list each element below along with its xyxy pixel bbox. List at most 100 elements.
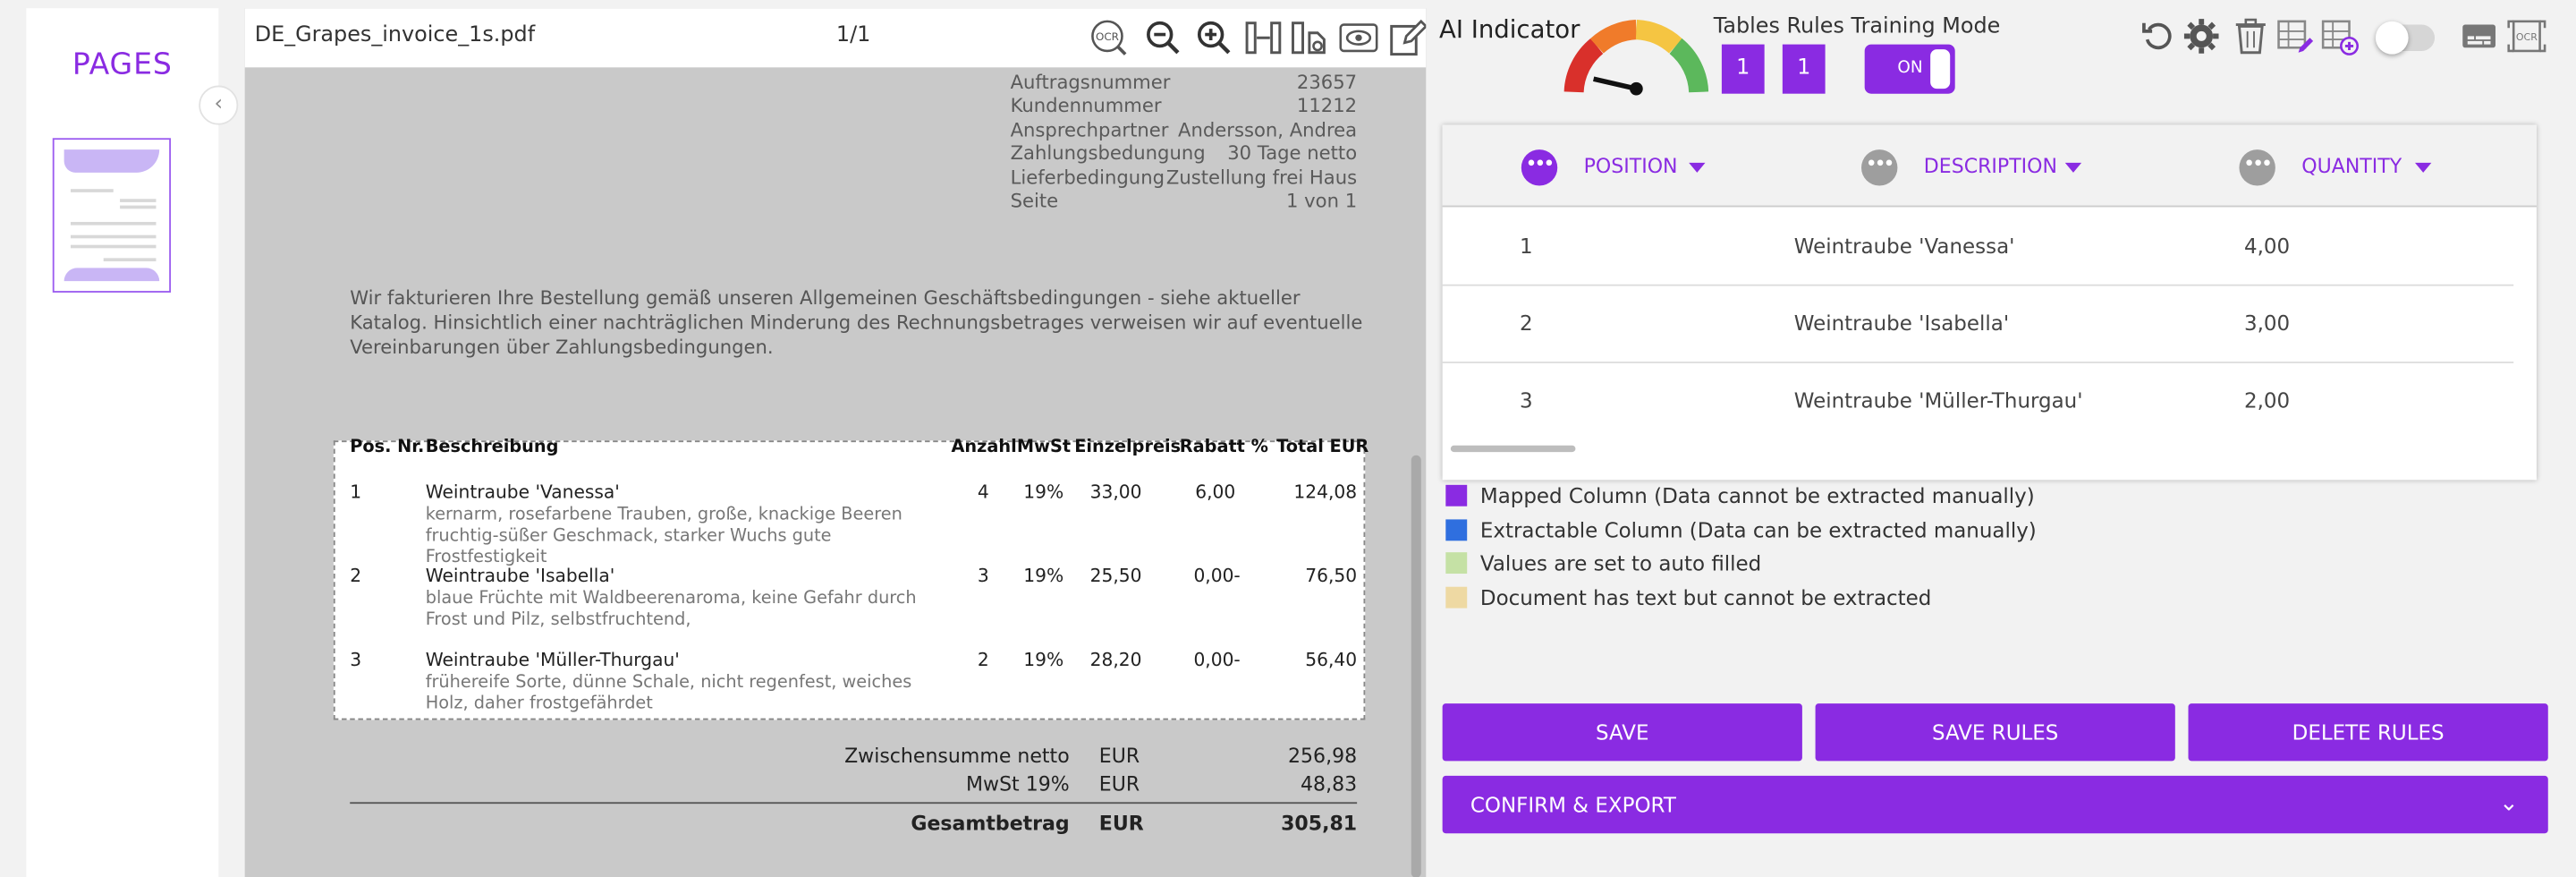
mode-header: Tables Rules Training Mode	[1713, 14, 2001, 40]
viewer-scrollbar[interactable]	[1411, 455, 1421, 877]
grand-total-label: Gesamtbetrag	[911, 812, 1070, 836]
ocr-doc-icon-label: OCR	[2516, 31, 2538, 43]
training-mode-toggle[interactable]: ON	[1864, 44, 1955, 94]
meta-label: Lieferbedingung	[1010, 166, 1165, 190]
trash-icon[interactable]	[2231, 16, 2270, 55]
cell-position: 3	[1519, 387, 1533, 413]
cell-quantity: 3,00	[2243, 311, 2291, 336]
header-total: Total EUR	[1276, 437, 1369, 457]
thumbnail-line	[103, 258, 157, 262]
ocr-icon-label: OCR	[1096, 30, 1119, 43]
cell-position: 2	[1519, 311, 1533, 336]
row-pos: 1	[350, 481, 362, 504]
column-options-description-icon[interactable]: •••	[1861, 149, 1898, 186]
ocr-doc-icon[interactable]: OCR	[2507, 16, 2546, 55]
file-name: DE_Grapes_invoice_1s.pdf	[254, 22, 536, 48]
caret-down-icon[interactable]	[2414, 162, 2432, 173]
thumbnail-line	[70, 221, 157, 226]
rotate-page-icon[interactable]	[1290, 18, 1329, 57]
training-mode-toggle-label: ON	[1897, 59, 1923, 78]
row-pos: 2	[350, 565, 362, 587]
zoom-in-icon[interactable]	[1194, 18, 1233, 57]
caret-down-icon[interactable]	[2064, 162, 2082, 173]
meta-value: Zustellung frei Haus	[1165, 166, 1358, 190]
vat-value: 48,83	[1301, 772, 1358, 796]
table-edit-icon[interactable]	[2275, 16, 2315, 55]
eye-icon[interactable]	[1339, 18, 1378, 57]
tables-count-badge[interactable]: 1	[1721, 44, 1765, 94]
legend-swatch	[1445, 519, 1468, 541]
thumbnail-line	[70, 234, 157, 239]
row-vat: 19%	[1023, 649, 1064, 671]
row-detail: frühereife Sorte, dünne Schale, nicht re…	[425, 672, 912, 714]
row-name: Weintraube 'Isabella'	[425, 565, 615, 587]
column-title-position[interactable]: POSITION	[1584, 155, 1678, 178]
meta-value: Andersson, Andrea	[1178, 118, 1358, 141]
column-title-description[interactable]: DESCRIPTION	[1924, 155, 2057, 178]
chevron-down-icon: ⌄	[2499, 790, 2519, 817]
legend-text: Values are set to auto filled	[1479, 550, 1762, 575]
header-pos: Pos. Nr.	[350, 437, 425, 457]
column-options-quantity-icon[interactable]: •••	[2239, 149, 2275, 186]
app-root: PAGES ‹ DE_Grapes_invoice_1s.pdf 1/1 OCR	[0, 0, 2576, 877]
table-row[interactable]: 3 Weintraube 'Müller-Thurgau' 2,00	[1443, 363, 2514, 440]
caret-down-icon[interactable]	[1689, 162, 1706, 173]
meta-value: 11212	[1296, 93, 1358, 117]
edit-icon[interactable]	[1388, 18, 1427, 57]
toggle-knob	[2375, 21, 2409, 55]
settings-icon[interactable]	[2182, 16, 2221, 55]
chevron-left-icon: ‹	[214, 91, 224, 117]
table-row[interactable]: 1 Weintraube 'Vanessa' 4,00	[1442, 209, 2514, 286]
rules-count-badge[interactable]: 1	[1782, 44, 1826, 94]
row-vat: 19%	[1023, 565, 1064, 587]
header-quantity: Anzahl	[951, 437, 1017, 457]
meta-value: 30 Tage netto	[1227, 140, 1358, 165]
row-detail: blaue Früchte mit Waldbeerenaroma, keine…	[425, 588, 917, 630]
collapse-sidebar-button[interactable]: ‹	[199, 85, 239, 125]
delete-rules-button[interactable]: DELETE RULES	[2188, 703, 2548, 762]
table-add-icon[interactable]	[2319, 16, 2359, 55]
totals-divider	[350, 802, 1358, 805]
row-total: 56,40	[1305, 649, 1358, 671]
save-button[interactable]: SAVE	[1442, 703, 1802, 762]
subtotal-value: 256,98	[1287, 745, 1358, 768]
viewer-toolbar: DE_Grapes_invoice_1s.pdf 1/1 OCR	[244, 8, 1427, 68]
header-unit-price: Einzelpreis	[1074, 437, 1182, 457]
zoom-out-icon[interactable]	[1143, 18, 1182, 57]
subtotal-currency: EUR	[1098, 745, 1140, 768]
save-rules-button[interactable]: SAVE RULES	[1815, 703, 2175, 762]
thumbnail-line	[120, 199, 157, 202]
toggle-knob	[1930, 49, 1951, 89]
row-detail: kernarm, rosefarbene Trauben, große, kna…	[425, 504, 902, 567]
meta-label: Seite	[1010, 189, 1059, 212]
legend-text: Mapped Column (Data cannot be extracted …	[1479, 482, 2035, 508]
table-row[interactable]: 2 Weintraube 'Isabella' 3,00	[1442, 286, 2514, 363]
confirm-export-button[interactable]: CONFIRM & EXPORT ⌄	[1442, 775, 2548, 834]
grand-total-value: 305,81	[1281, 812, 1358, 836]
legend-swatch	[1445, 552, 1468, 575]
column-options-position-icon[interactable]: •••	[1521, 149, 1558, 186]
fit-width-icon[interactable]	[1243, 18, 1283, 57]
secondary-toggle-switch[interactable]	[2375, 21, 2436, 55]
extracted-table: ••• POSITION ••• DESCRIPTION ••• QUANTIT…	[1442, 124, 2537, 481]
cell-quantity: 2,00	[2243, 387, 2291, 413]
row-total: 76,50	[1305, 565, 1358, 587]
row-unit: 33,00	[1089, 481, 1142, 504]
cell-position: 1	[1519, 233, 1533, 259]
undo-icon[interactable]	[2139, 16, 2178, 55]
subtitles-icon[interactable]	[2460, 16, 2499, 55]
ocr-icon[interactable]: OCR	[1089, 18, 1129, 57]
document-viewer: DE_Grapes_invoice_1s.pdf 1/1 OCR Auftrag…	[244, 8, 1427, 877]
meta-label: Ansprechpartner	[1010, 118, 1169, 141]
page-thumbnail[interactable]	[52, 138, 172, 293]
column-title-quantity[interactable]: QUANTITY	[2301, 155, 2402, 178]
ai-indicator-label: AI Indicator	[1438, 14, 1580, 45]
row-total: 124,08	[1293, 481, 1358, 504]
row-qty: 4	[977, 481, 989, 504]
thumbnail-line	[120, 205, 157, 209]
table-horizontal-scrollbar[interactable]	[1450, 445, 1576, 453]
cell-description: Weintraube 'Isabella'	[1793, 311, 2010, 336]
vat-label: MwSt 19%	[966, 772, 1070, 796]
pages-title: PAGES	[72, 47, 173, 82]
page-counter: 1/1	[835, 22, 871, 48]
